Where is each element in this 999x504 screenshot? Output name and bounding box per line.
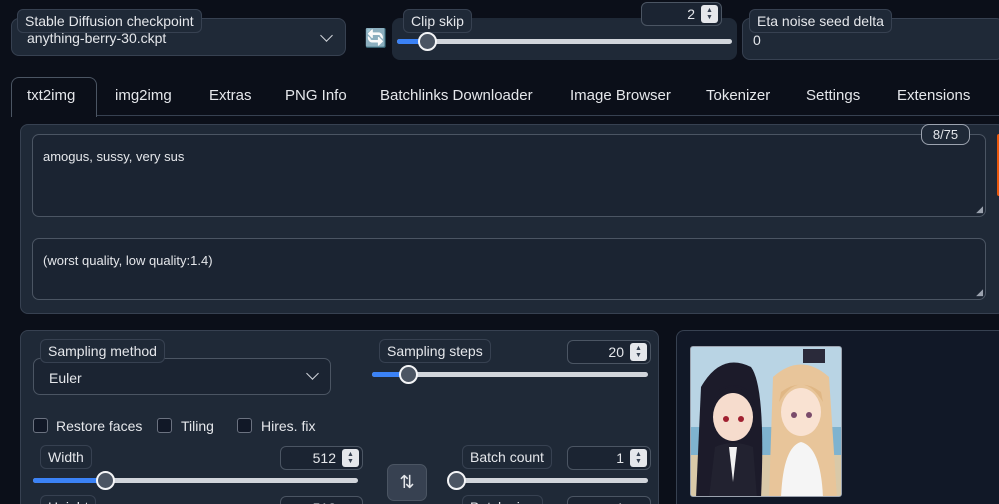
tab-batchlinks-downloader[interactable]: Batchlinks Downloader: [380, 87, 533, 104]
stepper-icon[interactable]: ▲ ▼: [701, 5, 718, 23]
tab-txt2img-label: txt2img: [27, 87, 76, 104]
sampling-steps-input[interactable]: 20 ▲ ▼: [567, 340, 651, 364]
clip-skip-slider-thumb[interactable]: [418, 32, 437, 51]
tabs-bar: [11, 115, 999, 116]
clip-skip-value: 2: [687, 6, 695, 22]
sampling-steps-label: Sampling steps: [379, 339, 491, 363]
height-input[interactable]: 512: [280, 496, 363, 504]
stepper-icon[interactable]: ▲ ▼: [342, 449, 359, 467]
tab-img2img[interactable]: img2img: [115, 87, 172, 104]
batch-size-value: 1: [616, 500, 624, 504]
tab-tokenizer[interactable]: Tokenizer: [706, 87, 770, 104]
tiling-label: Tiling: [181, 418, 214, 434]
generated-image-icon: [691, 347, 841, 496]
tab-settings[interactable]: Settings: [806, 87, 860, 104]
tab-image-browser[interactable]: Image Browser: [570, 87, 671, 104]
clip-skip-label: Clip skip: [403, 9, 472, 33]
negative-prompt-textarea[interactable]: (worst quality, low quality:1.4) ◢: [32, 238, 986, 300]
batch-count-slider-thumb[interactable]: [447, 471, 466, 490]
gallery-thumbnail[interactable]: [690, 346, 842, 497]
sampling-steps-slider[interactable]: [372, 365, 648, 384]
stepper-icon[interactable]: ▲ ▼: [630, 343, 647, 361]
width-input[interactable]: 512 ▲ ▼: [280, 446, 363, 470]
batch-size-label: Batch size: [462, 495, 543, 504]
refresh-checkpoint-button[interactable]: 🔄: [362, 26, 390, 50]
height-value: 512: [313, 500, 336, 504]
width-slider[interactable]: [33, 471, 358, 490]
checkpoint-label: Stable Diffusion checkpoint: [17, 9, 202, 33]
height-label: Height: [40, 495, 97, 504]
sampling-method-value: Euler: [49, 370, 82, 386]
resize-handle-icon[interactable]: ◢: [976, 204, 983, 215]
batch-size-input[interactable]: 1: [567, 496, 651, 504]
token-count: 8/75: [932, 127, 959, 142]
swap-icon: ⇅: [399, 472, 415, 492]
token-counter: 8/75: [921, 124, 970, 145]
width-slider-thumb[interactable]: [96, 471, 115, 490]
swap-dimensions-button[interactable]: ⇅: [387, 464, 427, 501]
chevron-down-icon: [306, 367, 319, 380]
refresh-icon: 🔄: [364, 27, 388, 48]
tab-extras[interactable]: Extras: [209, 87, 252, 104]
batch-count-input[interactable]: 1 ▲ ▼: [567, 446, 651, 470]
hires-fix-checkbox[interactable]: [237, 418, 252, 433]
clip-skip-slider[interactable]: [397, 32, 732, 51]
sampling-method-label: Sampling method: [40, 339, 165, 363]
sampling-steps-value: 20: [608, 344, 624, 360]
negative-prompt-text: (worst quality, low quality:1.4): [43, 253, 213, 268]
tab-png-info[interactable]: PNG Info: [285, 87, 347, 104]
batch-count-slider[interactable]: [447, 471, 648, 490]
batch-count-value: 1: [616, 450, 624, 466]
tiling-checkbox[interactable]: [157, 418, 172, 433]
eta-noise-input[interactable]: 0: [753, 32, 761, 48]
restore-faces-checkbox[interactable]: [33, 418, 48, 433]
clip-skip-input[interactable]: 2 ▲ ▼: [641, 2, 722, 26]
width-slider-fill: [33, 478, 105, 483]
stepper-icon[interactable]: ▲ ▼: [630, 449, 647, 467]
tab-extensions[interactable]: Extensions: [897, 87, 970, 104]
prompt-textarea[interactable]: amogus, sussy, very sus ◢: [32, 134, 986, 217]
chevron-down-icon: [320, 29, 333, 42]
sampling-method-dropdown[interactable]: Euler: [33, 358, 331, 395]
prompt-text: amogus, sussy, very sus: [43, 149, 185, 164]
resize-handle-icon[interactable]: ◢: [976, 287, 983, 298]
hires-fix-label: Hires. fix: [261, 418, 316, 434]
eta-noise-label: Eta noise seed delta: [749, 9, 892, 33]
batch-count-label: Batch count: [462, 445, 552, 469]
sampling-steps-slider-thumb[interactable]: [399, 365, 418, 384]
restore-faces-label: Restore faces: [56, 418, 143, 434]
width-value: 512: [312, 450, 336, 466]
width-label: Width: [40, 445, 92, 469]
